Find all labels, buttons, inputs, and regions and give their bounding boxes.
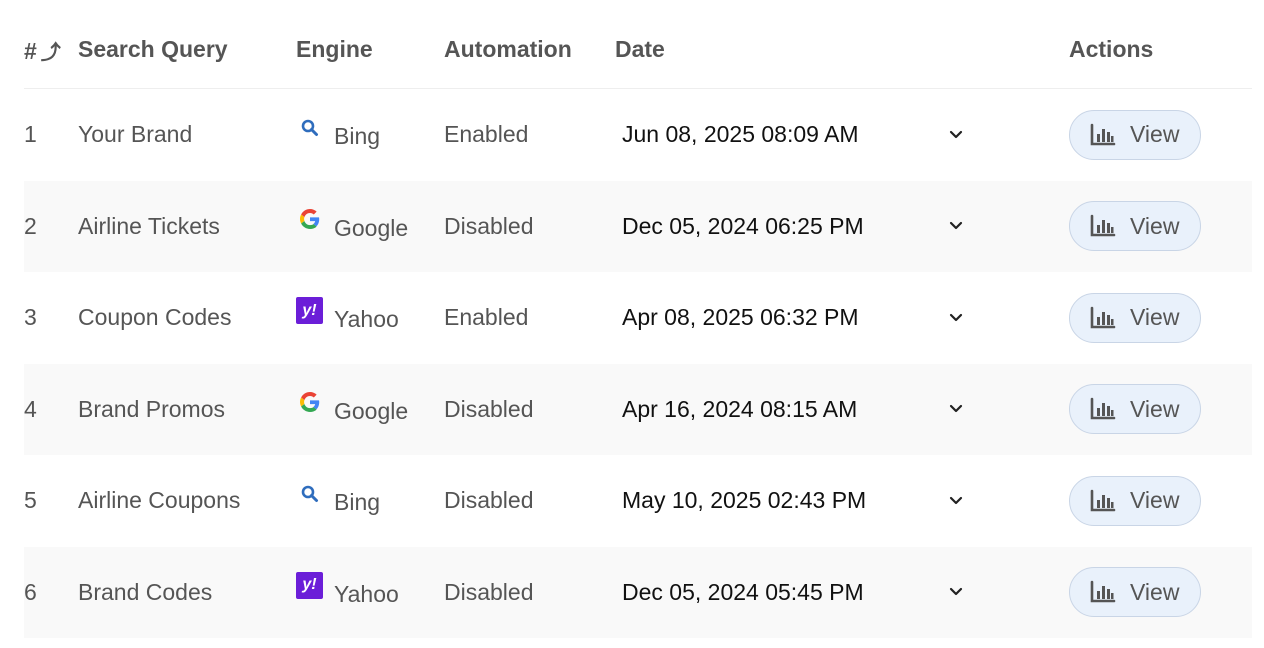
search-query-table: # ⤴ Search Query Engine Automation Date A… <box>24 0 1252 638</box>
actions-cell: View <box>1069 455 1201 547</box>
view-button[interactable]: View <box>1069 567 1201 618</box>
yahoo-icon: y! <box>296 297 323 325</box>
search-query-cell: Coupon Codes <box>78 304 232 331</box>
engine-cell: y! Yahoo <box>296 547 399 639</box>
chevron-down-icon[interactable] <box>944 272 968 364</box>
search-query-cell: Airline Coupons <box>78 487 241 514</box>
view-button[interactable]: View <box>1069 384 1201 435</box>
header-num[interactable]: # ⤴ <box>24 36 61 65</box>
view-button-label: View <box>1130 304 1180 331</box>
actions-cell: View <box>1069 547 1201 639</box>
row-number: 1 <box>24 121 37 148</box>
header-engine[interactable]: Engine <box>296 36 373 63</box>
view-button-label: View <box>1130 487 1180 514</box>
engine-label: Google <box>334 397 409 424</box>
bar-chart-icon <box>1090 397 1130 421</box>
automation-status: Disabled <box>444 578 534 605</box>
actions-cell: View <box>1069 89 1201 181</box>
actions-cell: View <box>1069 181 1201 273</box>
date-cell: May 10, 2025 02:43 PM <box>622 487 867 514</box>
view-button-label: View <box>1130 121 1180 148</box>
engine-cell: Google <box>296 364 408 456</box>
table-body: 1 Your Brand Bing Enabled Jun 08, 2025 0… <box>24 89 1252 638</box>
engine-cell: Bing <box>296 455 380 547</box>
google-icon <box>296 389 323 416</box>
date-cell: Dec 05, 2024 05:45 PM <box>622 578 864 605</box>
table-row: 1 Your Brand Bing Enabled Jun 08, 2025 0… <box>24 89 1252 181</box>
engine-label: Bing <box>334 489 381 516</box>
bar-chart-icon <box>1090 306 1130 330</box>
engine-cell: Google <box>296 181 408 273</box>
bar-chart-icon <box>1090 489 1130 513</box>
table-header: # ⤴ Search Query Engine Automation Date A… <box>24 0 1252 89</box>
row-number: 4 <box>24 395 37 422</box>
automation-status: Disabled <box>444 395 534 422</box>
view-button[interactable]: View <box>1069 292 1201 343</box>
bing-icon <box>296 480 323 507</box>
bar-chart-icon <box>1090 580 1130 604</box>
automation-status: Enabled <box>444 304 529 331</box>
row-number: 2 <box>24 212 37 239</box>
header-num-label: # <box>24 38 37 64</box>
table-row: 3 Coupon Codes y! Yahoo Enabled Apr 08, … <box>24 272 1252 364</box>
view-button-label: View <box>1130 578 1180 605</box>
engine-label: Yahoo <box>334 580 399 607</box>
header-automation[interactable]: Automation <box>444 36 572 63</box>
row-number: 5 <box>24 487 37 514</box>
bing-icon <box>296 114 323 141</box>
actions-cell: View <box>1069 272 1201 364</box>
table-row: 2 Airline Tickets Google Disabled Dec 05… <box>24 180 1252 273</box>
view-button[interactable]: View <box>1069 109 1201 160</box>
table-row: 5 Airline Coupons Bing Disabled May 10, … <box>24 455 1252 547</box>
chevron-down-icon[interactable] <box>944 364 968 456</box>
row-number: 3 <box>24 304 37 331</box>
view-button[interactable]: View <box>1069 201 1201 252</box>
view-button-label: View <box>1130 395 1180 422</box>
engine-cell: Bing <box>296 89 380 181</box>
search-query-cell: Airline Tickets <box>78 212 220 239</box>
date-cell: Apr 16, 2024 08:15 AM <box>622 395 858 422</box>
bar-chart-icon <box>1090 123 1130 147</box>
engine-label: Google <box>334 214 409 241</box>
sort-arrow-icon[interactable]: ⤴ <box>41 42 61 64</box>
engine-label: Bing <box>334 123 381 150</box>
row-number: 6 <box>24 578 37 605</box>
header-date[interactable]: Date <box>615 36 665 63</box>
table-row: 4 Brand Promos Google Disabled Apr 16, 2… <box>24 363 1252 456</box>
yahoo-icon: y! <box>296 571 323 599</box>
chevron-down-icon[interactable] <box>944 89 968 181</box>
search-query-cell: Brand Promos <box>78 395 226 422</box>
chevron-down-icon[interactable] <box>944 547 968 639</box>
engine-cell: y! Yahoo <box>296 272 399 364</box>
table-row: 6 Brand Codes y! Yahoo Disabled Dec 05, … <box>24 546 1252 639</box>
view-button-label: View <box>1130 212 1180 239</box>
date-cell: Jun 08, 2025 08:09 AM <box>622 121 859 148</box>
automation-status: Disabled <box>444 487 534 514</box>
google-icon <box>296 206 323 233</box>
chevron-down-icon[interactable] <box>944 455 968 547</box>
date-cell: Apr 08, 2025 06:32 PM <box>622 304 859 331</box>
automation-status: Enabled <box>444 121 529 148</box>
automation-status: Disabled <box>444 212 534 239</box>
header-actions: Actions <box>1069 36 1154 62</box>
engine-label: Yahoo <box>334 306 399 333</box>
actions-cell: View <box>1069 364 1201 456</box>
search-query-cell: Brand Codes <box>78 578 213 605</box>
search-query-cell: Your Brand <box>78 121 193 148</box>
bar-chart-icon <box>1090 214 1130 238</box>
date-cell: Dec 05, 2024 06:25 PM <box>622 212 864 239</box>
view-button[interactable]: View <box>1069 475 1201 526</box>
chevron-down-icon[interactable] <box>944 181 968 273</box>
header-search-query[interactable]: Search Query <box>78 36 228 63</box>
